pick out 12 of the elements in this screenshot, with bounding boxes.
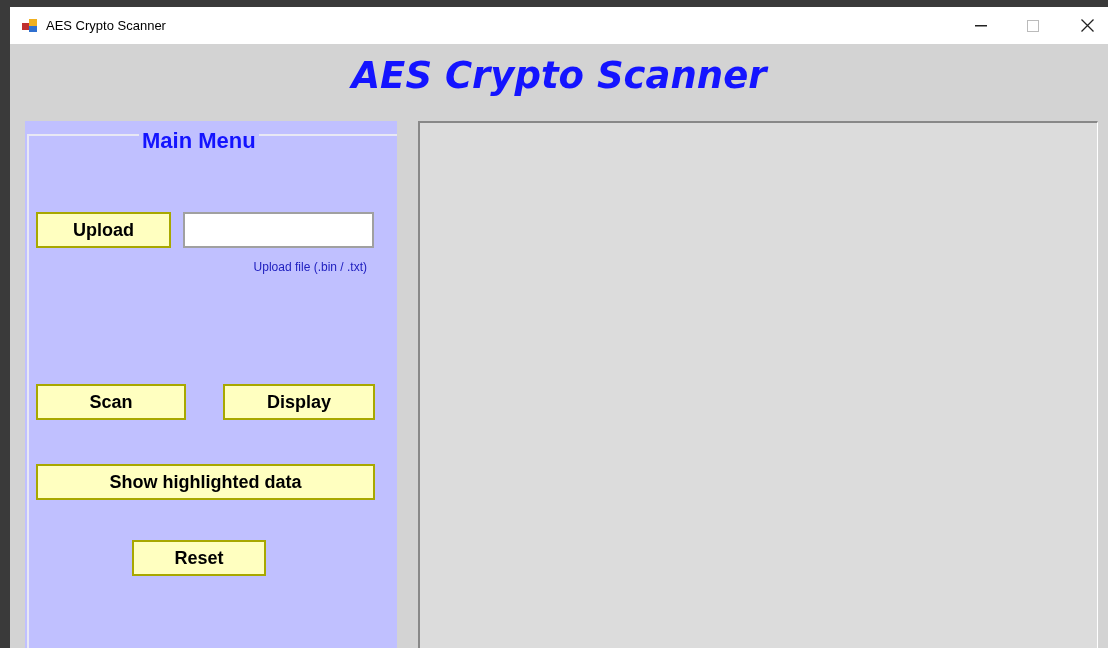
close-icon[interactable] (1081, 19, 1094, 32)
app-icon (22, 18, 38, 33)
window-title: AES Crypto Scanner (46, 16, 166, 35)
file-path-field[interactable] (183, 212, 374, 248)
button[interactable]: Scan (36, 384, 186, 420)
button[interactable]: Upload (36, 212, 171, 248)
minimize-icon[interactable] (975, 24, 987, 27)
button[interactable]: Reset (132, 540, 266, 576)
button[interactable]: Show highlighted data (36, 464, 375, 500)
button[interactable]: Display (223, 384, 375, 420)
upload-hint: Upload file (.bin / .txt) (253, 259, 367, 276)
app-heading: AES Crypto Scanner (351, 53, 767, 99)
